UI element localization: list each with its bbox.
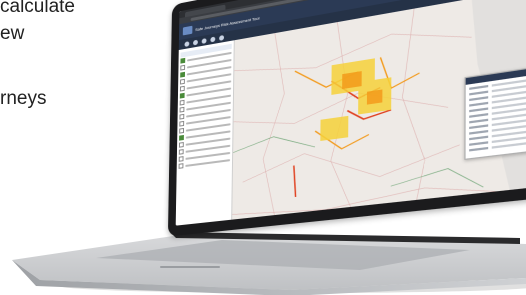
layer-checkbox[interactable]: [180, 64, 186, 71]
layer-checkbox[interactable]: [179, 134, 184, 141]
popup-key: [469, 135, 489, 141]
layers-sidebar: [175, 40, 235, 226]
layer-label: [185, 158, 231, 167]
layer-checkbox[interactable]: [179, 127, 185, 134]
layer-checkbox[interactable]: [179, 106, 185, 113]
popup-key: [469, 84, 489, 90]
popup-key: [469, 107, 489, 113]
layer-checkbox[interactable]: [179, 92, 185, 99]
layer-checkbox[interactable]: [180, 78, 185, 85]
popup-key: [469, 118, 489, 124]
layer-checkbox[interactable]: [180, 57, 186, 64]
popup-key: [469, 129, 489, 135]
layer-checkbox[interactable]: [180, 71, 186, 78]
zoom-out-icon[interactable]: [210, 36, 216, 42]
popup-key: [469, 96, 489, 102]
home-icon[interactable]: [219, 34, 225, 41]
popup-key: [469, 113, 489, 118]
popup-key: [469, 124, 489, 130]
risk-map[interactable]: [232, 0, 526, 220]
layer-checkbox[interactable]: [178, 163, 184, 169]
popup-key: [469, 141, 489, 146]
popup-key: [469, 90, 489, 96]
layer-checkbox[interactable]: [179, 113, 185, 120]
layer-checkbox[interactable]: [178, 142, 184, 148]
layer-checkbox[interactable]: [178, 149, 184, 155]
zoom-in-icon[interactable]: [201, 37, 207, 44]
marketing-hero: calculate ew rneys Safe Journeys Risk As…: [0, 0, 526, 295]
layer-checkbox[interactable]: [179, 85, 185, 92]
laptop-mockup: Safe Journeys Risk Assessment Tool: [0, 0, 526, 295]
layer-checkbox[interactable]: [179, 99, 185, 106]
layer-checkbox[interactable]: [179, 120, 185, 127]
laptop-screen: Safe Journeys Risk Assessment Tool: [167, 0, 526, 237]
app-logo: [182, 25, 193, 36]
app-window: Safe Journeys Risk Assessment Tool: [175, 0, 526, 226]
search-icon[interactable]: [193, 39, 198, 46]
feature-popup: [464, 66, 526, 160]
popup-key: [469, 101, 489, 107]
popup-value: [491, 141, 526, 149]
popup-key: [469, 146, 489, 152]
layers-icon[interactable]: [184, 40, 190, 47]
layer-checkbox[interactable]: [178, 156, 184, 162]
